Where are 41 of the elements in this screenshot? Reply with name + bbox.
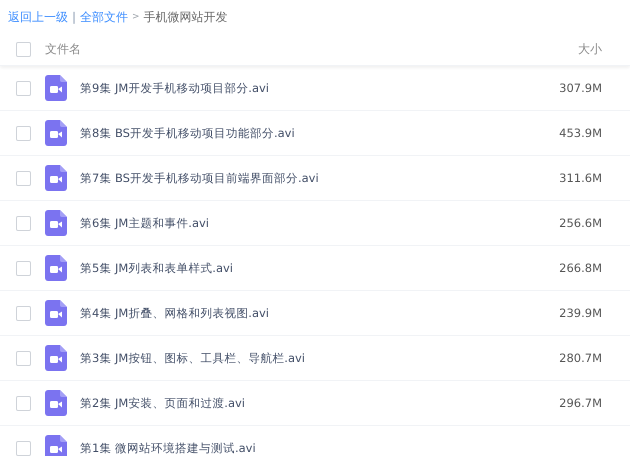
row-checkbox[interactable] — [16, 216, 31, 230]
file-size: 311.6M — [558, 171, 602, 185]
file-size: 266.8M — [558, 261, 602, 275]
column-header[interactable]: 大小 — [542, 41, 602, 58]
file-name[interactable]: 第7集 BS开发手机移动项目前端界面部分.avi — [80, 170, 532, 186]
file-name[interactable]: 第1集 微网站环境搭建与测试.avi — [80, 440, 630, 456]
current-folder: 手机微网站开发 — [144, 8, 228, 26]
breadcrumb-arrow: > — [132, 12, 140, 22]
row-checkbox[interactable] — [16, 440, 31, 456]
video-file-icon — [45, 300, 67, 326]
row-checkbox[interactable] — [16, 260, 31, 276]
file-size: 453.9M — [558, 126, 602, 140]
select-all-checkbox[interactable] — [16, 42, 31, 57]
file-size: 239.9M — [558, 306, 602, 320]
video-file-icon — [45, 345, 67, 371]
video-file-icon — [45, 75, 67, 101]
file-size: 256.6M — [558, 216, 602, 230]
file-name[interactable]: 第5集 JM列表和表单样式.avi — [80, 260, 532, 276]
row-checkbox[interactable] — [16, 80, 31, 96]
row-checkbox[interactable] — [16, 170, 31, 186]
file-name[interactable]: 第2集 JM安装、页面和过渡.avi — [80, 396, 532, 410]
file-name[interactable]: 第3集 JM按钮、图标、工具栏、导航栏.avi — [80, 350, 532, 366]
video-file-icon — [45, 210, 67, 236]
video-file-icon — [45, 120, 67, 146]
file-size: 280.7M — [558, 351, 602, 365]
file-size: 296.7M — [558, 396, 602, 410]
column-header[interactable]: 文件名 — [45, 41, 542, 58]
file-name[interactable]: 第6集 JM主题和事件.avi — [80, 216, 532, 230]
row-checkbox[interactable] — [16, 396, 31, 410]
video-file-icon — [45, 435, 67, 456]
file-size: 307.9M — [558, 81, 602, 95]
video-file-icon — [45, 165, 67, 191]
row-checkbox[interactable] — [16, 350, 31, 366]
row-checkbox[interactable] — [16, 306, 31, 320]
separator: | — [72, 10, 76, 24]
file-name[interactable]: 第4集 JM折叠、网格和列表视图.avi — [80, 306, 532, 320]
video-file-icon — [45, 390, 67, 416]
file-name[interactable]: 第8集 BS开发手机移动项目功能部分.avi — [80, 126, 532, 140]
file-name[interactable]: 第9集 JM开发手机移动项目部分.avi — [80, 80, 532, 96]
video-file-icon — [45, 255, 67, 281]
row-checkbox[interactable] — [16, 126, 31, 140]
